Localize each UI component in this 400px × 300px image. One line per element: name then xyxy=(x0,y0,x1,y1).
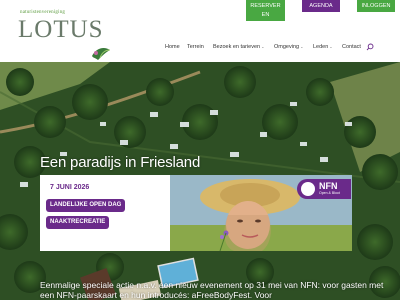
chevron-down-icon: ⌄ xyxy=(300,44,304,49)
nav-item-home[interactable]: Home xyxy=(165,44,180,50)
logo-tagline: naturistenvereniging xyxy=(20,10,66,15)
nav-item-terrein[interactable]: Terrein xyxy=(187,44,204,50)
agenda-button[interactable]: AGENDA xyxy=(302,0,340,12)
nfn-badge-name: NFN xyxy=(319,181,338,191)
hero-section: Een paradijs in Friesland 7 JUNI 2026 LA… xyxy=(0,62,400,300)
reserve-button[interactable]: RESERVER EN xyxy=(246,0,285,21)
hero-title: Een paradijs in Friesland xyxy=(40,154,201,171)
nfn-badge-sub: Open & Bloot xyxy=(319,191,340,195)
site-header: naturistenvereniging LOTUS RESERVER EN A… xyxy=(0,0,400,62)
chevron-down-icon: ⌄ xyxy=(329,44,333,49)
logo-name: LOTUS xyxy=(18,16,104,43)
event-line-2: NAAKTRECREATIE xyxy=(46,216,110,229)
event-date: 7 JUNI 2026 xyxy=(50,184,90,191)
nfn-logo-icon xyxy=(301,182,315,196)
nav-item-contact[interactable]: Contact xyxy=(342,44,361,50)
nav-item-bezoek[interactable]: Bezoek en tarieven⌄ xyxy=(213,44,264,50)
nfn-badge: NFN Open & Bloot xyxy=(297,179,351,199)
hero-description: Eenmalige speciale actie n.a.v. een nieu… xyxy=(40,280,384,300)
nav-item-omgeving[interactable]: Omgeving⌄ xyxy=(274,44,303,50)
search-icon[interactable] xyxy=(366,43,374,51)
event-line-1: LANDELIJKE OPEN DAG xyxy=(46,199,126,212)
nav-item-leden[interactable]: Leden⌄ xyxy=(313,44,333,50)
main-nav: Home Terrein Bezoek en tarieven⌄ Omgevin… xyxy=(0,44,400,54)
chevron-down-icon: ⌄ xyxy=(261,44,265,49)
login-button[interactable]: INLOGGEN xyxy=(357,0,395,12)
